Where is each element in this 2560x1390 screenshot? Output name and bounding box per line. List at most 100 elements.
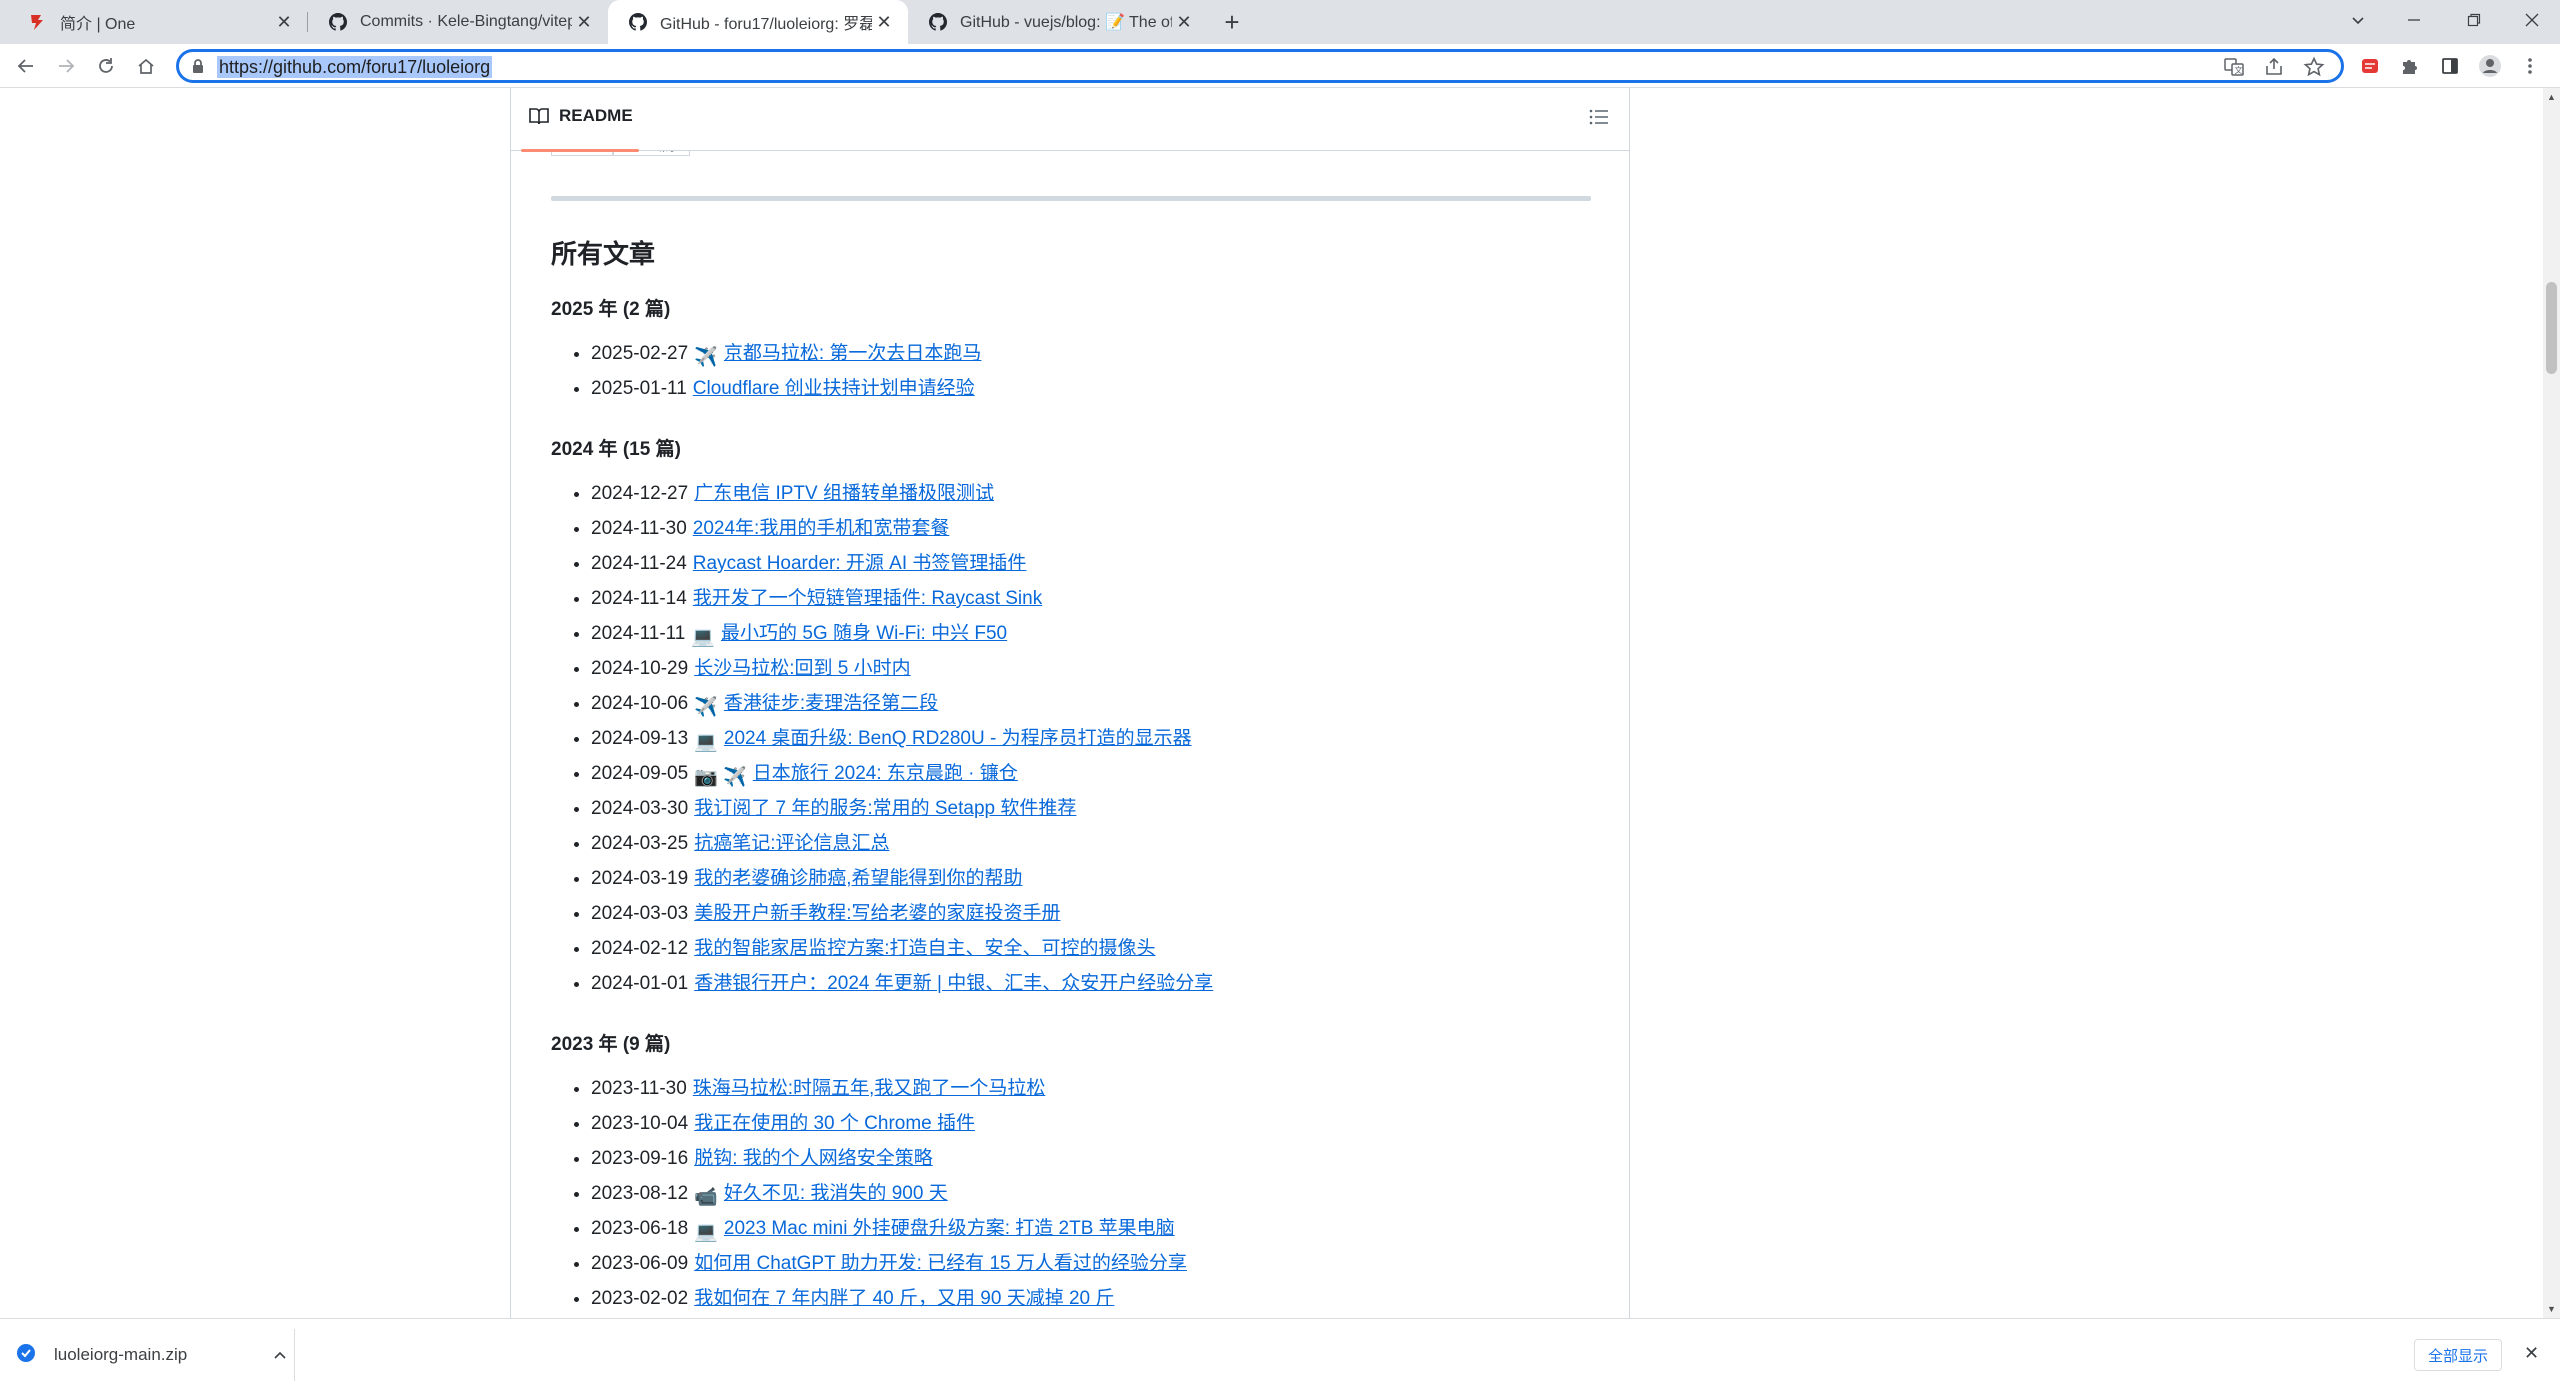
post-date: 2024-11-24 <box>591 553 687 574</box>
github-icon <box>628 12 648 32</box>
window-close-icon[interactable] <box>2504 0 2560 40</box>
post-list-item: 2023-02-02我如何在 7 年内胖了 40 斤，又用 90 天减掉 20 … <box>591 1281 1187 1316</box>
tab-search-chevron-icon[interactable] <box>2330 0 2386 40</box>
page-scrollbar[interactable]: ▲ ▼ <box>2543 88 2560 1318</box>
post-link[interactable]: 广东电信 IPTV 组播转单播极限测试 <box>694 483 994 504</box>
post-date: 2024-11-30 <box>591 518 687 539</box>
post-list-item: 2024-11-30 2024年:我用的手机和宽带套餐 <box>591 511 1213 546</box>
tab-strip: 简介 | One ✕ Commits · Kele-Bingtang/vitep… <box>0 0 2560 44</box>
post-list-item: 2023-06-18💻 2023 Mac mini 外挂硬盘升级方案: 打造 2T… <box>591 1211 1187 1246</box>
divider <box>551 196 1591 201</box>
close-icon[interactable]: ✕ <box>272 10 296 34</box>
scrollbar-thumb[interactable] <box>2546 282 2557 374</box>
post-date: 2024-03-30 <box>591 798 689 819</box>
post-link[interactable]: 美股开户新手教程:写给老婆的家庭投资手册 <box>694 903 1060 924</box>
year-heading: 2024 年 (15 篇) <box>551 439 681 460</box>
post-list-item: 2024-01-01香港银行开户：2024 年更新 | 中银、汇丰、众安开户经验… <box>591 966 1213 1001</box>
post-link[interactable]: 长沙马拉松:回到 5 小时内 <box>694 658 910 679</box>
post-date: 2024-10-06 <box>591 693 689 714</box>
post-link[interactable]: Raycast Hoarder: 开源 AI 书签管理插件 <box>693 553 1027 574</box>
bookmark-star-icon[interactable] <box>2303 56 2325 83</box>
post-link[interactable]: 脱钩: 我的个人网络安全策略 <box>694 1148 933 1169</box>
reload-icon[interactable] <box>90 50 122 82</box>
post-link[interactable]: 我开发了一个短链管理插件: Raycast Sink <box>693 588 1042 609</box>
post-date: 2023-11-30 <box>591 1078 687 1099</box>
post-list-item: 2024-12-27广东电信 IPTV 组播转单播极限测试 <box>591 476 1213 511</box>
post-list-item: 2023-08-12📹 好久不见: 我消失的 900 天 <box>591 1176 1187 1211</box>
github-icon <box>328 12 348 32</box>
close-icon[interactable]: ✕ <box>1172 10 1196 34</box>
post-link[interactable]: 我订阅了 7 年的服务:常用的 Setapp 软件推荐 <box>694 798 1076 819</box>
show-all-downloads-button[interactable]: 全部显示 <box>2414 1339 2502 1371</box>
post-date: 2023-10-04 <box>591 1113 689 1134</box>
post-list-item: 2024-03-03美股开户新手教程:写给老婆的家庭投资手册 <box>591 896 1213 931</box>
post-link[interactable]: 我的老婆确诊肺癌,希望能得到你的帮助 <box>694 868 1022 889</box>
post-link[interactable]: 我的智能家居监控方案:打造自主、安全、可控的摄像头 <box>694 938 1155 959</box>
post-link[interactable]: 我正在使用的 30 个 Chrome 插件 <box>694 1113 975 1134</box>
post-date: 2024-09-13 <box>591 728 689 749</box>
post-date: 2024-11-14 <box>591 588 687 609</box>
post-link[interactable]: 抗癌笔记:评论信息汇总 <box>694 833 889 854</box>
post-link[interactable]: 2024 桌面升级: BenQ RD280U - 为程序员打造的显示器 <box>724 728 1192 749</box>
close-icon[interactable]: ✕ <box>872 10 896 34</box>
readme-tab-label: README <box>559 106 633 125</box>
post-link[interactable]: 日本旅行 2024: 东京晨跑 · 镰仓 <box>753 763 1018 784</box>
extension-red-icon[interactable] <box>2354 50 2386 82</box>
post-link[interactable]: 香港徒步:麦理浩径第二段 <box>724 693 938 714</box>
restore-icon[interactable] <box>2446 0 2502 40</box>
close-icon[interactable]: ✕ <box>572 10 596 34</box>
close-download-bar-icon[interactable]: ✕ <box>2524 1343 2539 1364</box>
post-date: 2024-03-25 <box>591 833 689 854</box>
post-date: 2024-12-27 <box>591 483 689 504</box>
post-date: 2025-01-11 <box>591 378 687 399</box>
minimize-icon[interactable] <box>2386 0 2442 40</box>
post-date: 2025-02-27 <box>591 343 689 364</box>
share-icon[interactable] <box>2263 56 2285 83</box>
extensions-puzzle-icon[interactable] <box>2394 50 2426 82</box>
url-text[interactable]: https://github.com/foru17/luoleiorg <box>217 56 493 78</box>
post-list-item: 2023-06-09如何用 ChatGPT 助力开发: 已经有 15 万人看过的… <box>591 1246 1187 1281</box>
post-list-2023: 2023-11-30 珠海马拉松:时隔五年,我又跑了一个马拉松2023-10-04… <box>551 1071 1187 1316</box>
post-link[interactable]: 最小巧的 5G 随身 Wi-Fi: 中兴 F50 <box>721 623 1007 644</box>
post-link[interactable]: 京都马拉松: 第一次去日本跑马 <box>724 343 982 364</box>
post-emoji-icon: ✈️ <box>694 347 718 368</box>
table-of-contents-icon[interactable] <box>1589 108 1609 131</box>
browser-tab-0[interactable]: 简介 | One ✕ <box>8 0 308 44</box>
home-icon[interactable] <box>130 50 162 82</box>
post-list-item: 2025-02-27✈️ 京都马拉松: 第一次去日本跑马 <box>591 336 981 371</box>
post-link[interactable]: 香港银行开户：2024 年更新 | 中银、汇丰、众安开户经验分享 <box>694 973 1213 994</box>
download-item[interactable]: luoleiorg-main.zip <box>16 1329 295 1381</box>
back-icon[interactable] <box>10 50 42 82</box>
post-link[interactable]: 我如何在 7 年内胖了 40 斤，又用 90 天减掉 20 斤 <box>694 1288 1114 1309</box>
post-link[interactable]: 珠海马拉松:时隔五年,我又跑了一个马拉松 <box>693 1078 1046 1099</box>
post-link[interactable]: 2023 Mac mini 外挂硬盘升级方案: 打造 2TB 苹果电脑 <box>724 1218 1175 1239</box>
side-panel-icon[interactable] <box>2434 50 2466 82</box>
post-emoji-icon: 💻 <box>691 627 716 648</box>
new-tab-button[interactable]: + <box>1216 7 1248 37</box>
browser-tab-3[interactable]: GitHub - vuejs/blog: 📝 The official Vue … <box>908 0 1208 44</box>
post-list-item: 2023-09-16脱钩: 我的个人网络安全策略 <box>591 1141 1187 1176</box>
post-list-item: 2024-03-25抗癌笔记:评论信息汇总 <box>591 826 1213 861</box>
year-heading: 2023 年 (9 篇) <box>551 1034 671 1055</box>
scroll-up-arrow-icon[interactable]: ▲ <box>2547 92 2556 102</box>
browser-tab-2[interactable]: GitHub - foru17/luoleiorg: 罗磊的独立博客 ✕ <box>608 0 908 44</box>
browser-tab-title: GitHub - foru17/luoleiorg: 罗磊的独立博客 <box>660 16 872 33</box>
post-link[interactable]: 好久不见: 我消失的 900 天 <box>724 1183 948 1204</box>
post-link[interactable]: 2024年:我用的手机和宽带套餐 <box>693 518 950 539</box>
translate-icon[interactable]: 文 <box>2223 56 2245 83</box>
profile-avatar-icon[interactable] <box>2474 50 2506 82</box>
post-link[interactable]: Cloudflare 创业扶持计划申请经验 <box>693 378 975 399</box>
menu-kebab-icon[interactable] <box>2514 50 2546 82</box>
address-bar[interactable]: https://github.com/foru17/luoleiorg 文 <box>176 49 2344 83</box>
lock-icon[interactable] <box>191 58 205 79</box>
browser-tab-title: Commits · Kele-Bingtang/vitepress <box>360 13 572 30</box>
post-link[interactable]: 如何用 ChatGPT 助力开发: 已经有 15 万人看过的经验分享 <box>694 1253 1187 1274</box>
browser-tab-1[interactable]: Commits · Kele-Bingtang/vitepress ✕ <box>308 0 608 44</box>
readme-tab[interactable]: README <box>529 106 633 126</box>
post-date: 2024-10-29 <box>591 658 689 679</box>
chevron-up-icon[interactable] <box>266 1347 294 1363</box>
forward-icon[interactable] <box>50 50 82 82</box>
download-bar: luoleiorg-main.zip 全部显示 ✕ <box>0 1318 2560 1390</box>
scroll-down-arrow-icon[interactable]: ▼ <box>2547 1304 2556 1314</box>
post-date: 2024-03-03 <box>591 903 689 924</box>
